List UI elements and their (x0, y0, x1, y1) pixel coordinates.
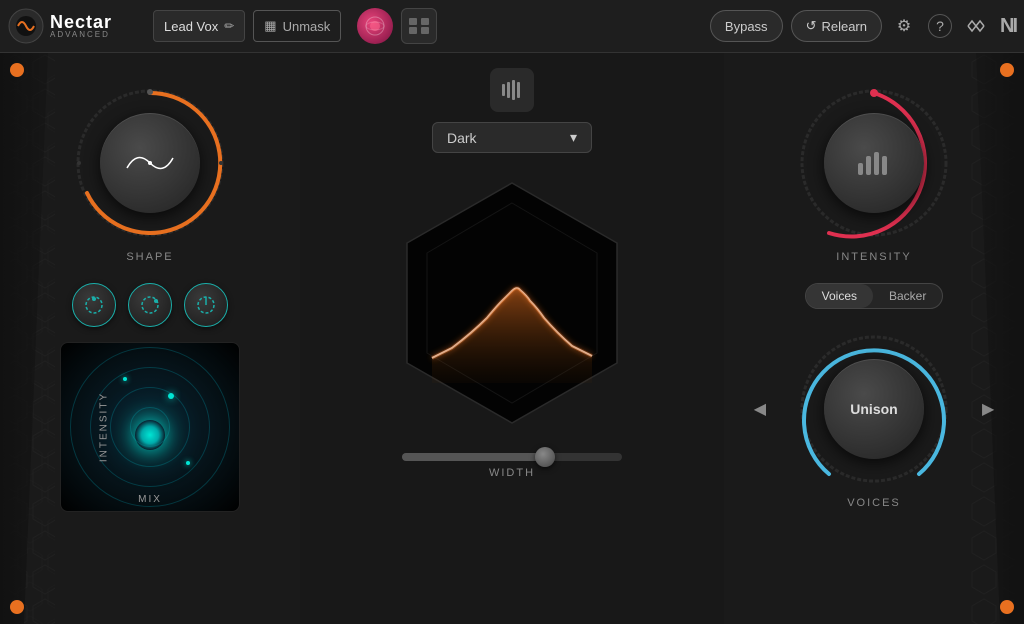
bars-svg (500, 80, 524, 100)
voices-knob-outer: Unison (794, 329, 954, 489)
right-panel: INTENSITY Voices Backer ◀ Unison (724, 53, 1024, 624)
width-container: WIDTH (387, 453, 637, 479)
intensity-axis-label: Intensity (99, 392, 110, 462)
voices-next-arrow[interactable]: ▶ (974, 395, 1002, 423)
voices-knob[interactable]: Unison (824, 359, 924, 459)
voices-nav: ◀ Unison ▶ (746, 329, 1003, 489)
center-panel: Dark ▾ (300, 53, 724, 624)
mini-knobs-row (72, 283, 228, 327)
unmask-button[interactable]: ▦ Unmask (253, 10, 341, 42)
mix-axis-label: Mix (138, 494, 162, 505)
mini-knob-2-icon (140, 295, 160, 315)
unmask-label: Unmask (283, 19, 331, 34)
voices-prev-arrow[interactable]: ◀ (746, 395, 774, 423)
topbar-icons: ⚙ ? NI (890, 12, 1016, 40)
logo-icon (8, 8, 44, 44)
voices-toggle-btn[interactable]: Voices (806, 284, 873, 308)
center-top: Dark ▾ (432, 68, 592, 153)
logo-text-area: Nectar ADVANCED (50, 13, 112, 39)
voices-knob-label: Unison (850, 401, 897, 417)
ni-logo[interactable]: NI (1000, 15, 1016, 38)
preset-name-label: Lead Vox (164, 19, 218, 34)
intensity-knob-outer (794, 83, 954, 243)
glow-dot-2 (123, 377, 127, 381)
vocal-box[interactable]: Intensity Mix (60, 342, 240, 512)
tab-orb[interactable] (357, 8, 393, 44)
intensity-label: INTENSITY (836, 251, 911, 263)
midi-icon[interactable] (962, 12, 990, 40)
orb-icon (364, 15, 386, 37)
dropdown-value: Dark (447, 130, 477, 146)
mini-knob-3-icon (196, 295, 216, 315)
hex-visualizer (372, 163, 652, 443)
help-icon[interactable]: ? (928, 14, 952, 38)
mini-knob-1-icon (84, 295, 104, 315)
topbar: Nectar ADVANCED Lead Vox ✏ ▦ Unmask Bypa… (0, 0, 1024, 53)
center-bars-icon[interactable] (490, 68, 534, 112)
bypass-label: Bypass (725, 19, 768, 34)
voices-label: VOICES (847, 497, 901, 509)
intensity-container: INTENSITY (794, 83, 954, 263)
corner-dot-tr (1000, 63, 1014, 77)
hex-svg (372, 163, 652, 443)
voices-backer-toggle: Voices Backer (805, 283, 944, 309)
mini-knob-2[interactable] (128, 283, 172, 327)
chevron-down-icon: ▾ (570, 129, 577, 146)
relearn-icon: ↺ (806, 18, 817, 34)
left-panel: SHAPE (0, 53, 300, 624)
main-area: SHAPE (0, 53, 1024, 624)
voices-container: ◀ Unison ▶ VOICES (746, 329, 1003, 509)
teal-circle (135, 420, 165, 450)
relearn-label: Relearn (821, 19, 867, 34)
glow-dot-3 (186, 461, 190, 465)
shape-label: SHAPE (126, 251, 173, 263)
width-slider[interactable] (402, 453, 622, 461)
relearn-button[interactable]: ↺ Relearn (791, 10, 882, 42)
dark-dropdown[interactable]: Dark ▾ (432, 122, 592, 153)
width-slider-thumb[interactable] (535, 447, 555, 467)
corner-dot-bl (10, 600, 24, 614)
app-title: Nectar (50, 13, 112, 31)
logo-area: Nectar ADVANCED (8, 8, 145, 44)
settings-icon[interactable]: ⚙ (890, 12, 918, 40)
tab-grid[interactable] (401, 8, 437, 44)
shape-knob[interactable] (100, 113, 200, 213)
mini-knob-3[interactable] (184, 283, 228, 327)
intensity-knob[interactable] (824, 113, 924, 213)
corner-dot-br (1000, 600, 1014, 614)
pencil-icon: ✏ (224, 19, 234, 33)
width-label: WIDTH (489, 467, 535, 479)
backer-toggle-btn[interactable]: Backer (873, 284, 942, 308)
bypass-button[interactable]: Bypass (710, 10, 783, 42)
app-subtitle: ADVANCED (50, 31, 112, 39)
corner-dot-tl (10, 63, 24, 77)
mini-knob-1[interactable] (72, 283, 116, 327)
mask-icon: ▦ (264, 18, 276, 34)
preset-name-button[interactable]: Lead Vox ✏ (153, 10, 245, 42)
shape-wave-icon (125, 148, 175, 178)
intensity-bars-icon (854, 148, 894, 178)
grid-icon (408, 17, 430, 35)
shape-knob-outer (70, 83, 230, 243)
shape-container: SHAPE (70, 83, 230, 263)
width-slider-fill (402, 453, 545, 461)
